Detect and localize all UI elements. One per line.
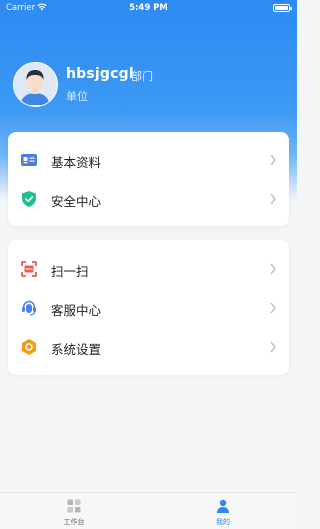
chevron-right-icon — [270, 302, 276, 314]
menu-item-label: 安全中心 — [51, 194, 102, 209]
avatar[interactable] — [13, 62, 58, 107]
menu-item-scan[interactable]: 扫一扫 — [8, 249, 289, 289]
scan-icon — [21, 261, 37, 277]
chevron-right-icon — [270, 154, 276, 166]
menu-item-label: 扫一扫 — [51, 264, 89, 279]
tab-mine[interactable]: 我的 — [183, 493, 263, 529]
id-card-icon — [21, 154, 37, 166]
menu-item-label: 系统设置 — [51, 342, 102, 357]
menu-item-label: 基本资料 — [51, 155, 102, 170]
menu-item-label: 客服中心 — [51, 303, 102, 318]
shield-check-icon — [22, 191, 36, 207]
chevron-right-icon — [270, 263, 276, 275]
status-bar: Carrier 5:49 PM — [0, 0, 297, 16]
settings-hexagon-icon — [22, 339, 36, 355]
status-time: 5:49 PM — [129, 3, 168, 13]
avatar-illustration — [14, 63, 56, 105]
tab-label: 我的 — [216, 518, 230, 526]
menu-item-system-settings[interactable]: 系统设置 — [8, 327, 289, 367]
chevron-right-icon — [270, 341, 276, 353]
department-label: 部门 — [131, 70, 153, 83]
menu-card-account: 基本资料 安全中心 — [8, 132, 289, 226]
menu-item-customer-service[interactable]: 客服中心 — [8, 288, 289, 328]
tab-bar: 工作台 我的 — [0, 492, 297, 529]
headset-icon — [22, 300, 36, 316]
grid-icon — [67, 499, 81, 513]
menu-item-basic-info[interactable]: 基本资料 — [8, 140, 289, 180]
menu-card-tools: 扫一扫 客服中心 系统设置 — [8, 240, 289, 375]
battery-icon — [273, 4, 292, 12]
chevron-right-icon — [270, 193, 276, 205]
tab-workbench[interactable]: 工作台 — [34, 493, 114, 529]
person-icon — [217, 499, 229, 513]
tab-label: 工作台 — [63, 518, 85, 526]
menu-item-security-center[interactable]: 安全中心 — [8, 179, 289, 219]
username: hbsjgcgl — [66, 66, 134, 82]
unit-label: 单位 — [66, 90, 88, 103]
